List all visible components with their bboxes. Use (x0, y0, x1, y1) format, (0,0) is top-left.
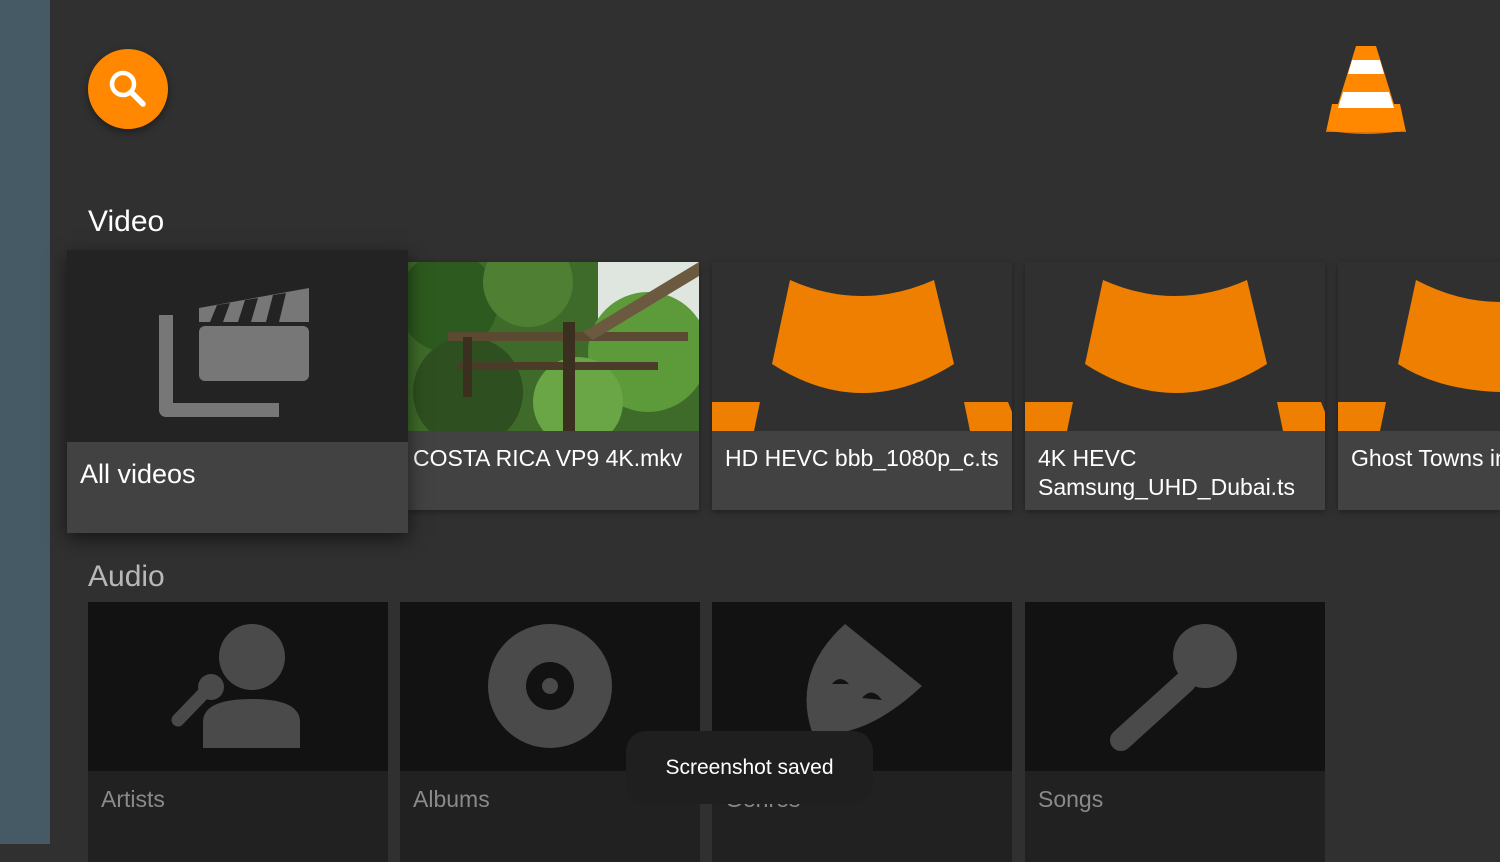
video-thumbnail (408, 262, 699, 431)
vlc-cone-thumbnail-icon (712, 280, 1012, 431)
video-title: HD HEVC bbb_1080p_c.ts (725, 445, 999, 471)
audio-card-songs[interactable]: Songs (1025, 602, 1325, 862)
forest-thumbnail-icon (408, 262, 699, 431)
audio-label: Albums (413, 786, 490, 812)
clapperboard-icon (159, 288, 309, 417)
audio-label: Artists (101, 786, 165, 812)
video-title: 4K HEVC Samsung_UHD_Dubai.ts (1038, 445, 1295, 500)
video-card-4k-hevc[interactable]: 4K HEVC Samsung_UHD_Dubai.ts (1025, 262, 1325, 510)
video-section-title: Video (88, 205, 165, 238)
video-title: COSTA RICA VP9 4K.mkv (413, 445, 683, 471)
vlc-logo-icon (1326, 46, 1406, 134)
search-icon (109, 70, 146, 107)
video-thumbnail (1338, 262, 1500, 431)
audio-section-title: Audio (88, 560, 165, 593)
video-card-hd-hevc[interactable]: HD HEVC bbb_1080p_c.ts (712, 262, 1012, 510)
all-videos-thumbnail (67, 250, 408, 442)
video-title: Ghost Towns in (1351, 445, 1500, 471)
all-videos-card[interactable]: All videos (67, 250, 408, 533)
audio-card-artists[interactable]: Artists (88, 602, 388, 862)
screenshot-toast: Screenshot saved (626, 731, 873, 804)
microphone-icon (1110, 624, 1237, 751)
search-button[interactable] (88, 49, 168, 129)
audio-thumbnail (1025, 602, 1325, 771)
audio-thumbnail (88, 602, 388, 771)
audio-label: Songs (1038, 786, 1104, 812)
vlc-cone-thumbnail-icon (1338, 280, 1500, 431)
vlc-cone-thumbnail-icon (1025, 280, 1325, 431)
all-videos-label: All videos (80, 459, 196, 489)
video-thumbnail (712, 262, 1012, 431)
video-card-ghost-towns[interactable]: Ghost Towns in (1338, 262, 1500, 510)
artist-icon (171, 624, 300, 748)
video-thumbnail (1025, 262, 1325, 431)
side-rail (0, 0, 50, 844)
video-card-costa-rica[interactable]: COSTA RICA VP9 4K.mkv (408, 262, 699, 510)
